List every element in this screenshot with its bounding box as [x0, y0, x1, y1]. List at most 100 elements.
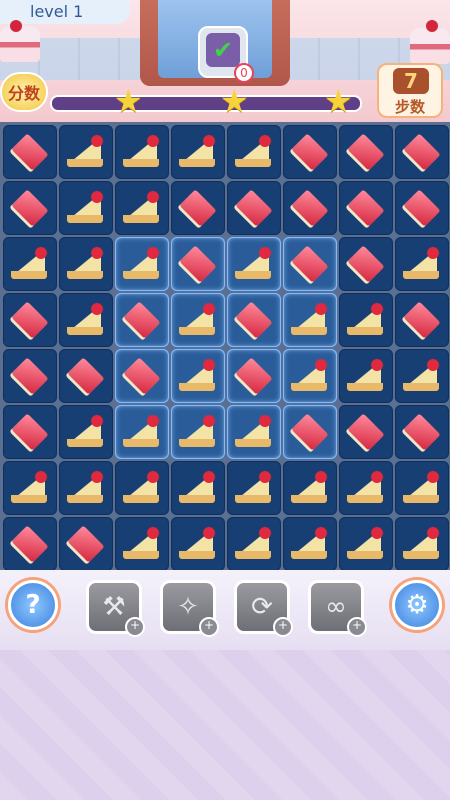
red-cake-piece [347, 133, 385, 171]
board-cell[interactable] [59, 461, 113, 515]
red-cake-piece [347, 245, 385, 283]
board-cell[interactable] [3, 181, 57, 235]
red-cake-piece [403, 189, 441, 227]
hammer-icon: ⚒ [102, 592, 126, 622]
board-cell[interactable] [227, 349, 281, 403]
board-cell[interactable] [395, 405, 449, 459]
board-cell[interactable] [339, 517, 393, 571]
board-cell[interactable] [339, 181, 393, 235]
board-cell[interactable] [339, 349, 393, 403]
score-progress-bar [50, 95, 362, 112]
red-cake-piece [403, 301, 441, 339]
red-cake-piece [11, 301, 49, 339]
floor-background [0, 650, 450, 800]
board-cell[interactable] [227, 181, 281, 235]
moves-panel: 7 步数 [377, 63, 443, 118]
board-cell[interactable] [227, 293, 281, 347]
board-cell[interactable] [339, 293, 393, 347]
board-cell[interactable] [59, 181, 113, 235]
board-cell[interactable] [115, 461, 169, 515]
board-cell[interactable] [3, 293, 57, 347]
board-cell[interactable] [171, 461, 225, 515]
red-cake-piece [235, 301, 273, 339]
board-cell[interactable] [3, 461, 57, 515]
board-cell[interactable] [395, 293, 449, 347]
wand-icon: ✧ [177, 592, 199, 622]
board-cell[interactable] [115, 237, 169, 291]
board-cell[interactable] [339, 237, 393, 291]
board-cell[interactable] [227, 405, 281, 459]
board-cell[interactable] [283, 349, 337, 403]
toolbar-background [0, 570, 450, 650]
gear-icon: ⚙ [405, 590, 429, 620]
board-cell[interactable] [59, 517, 113, 571]
board-cell[interactable] [59, 405, 113, 459]
board-cell[interactable] [227, 517, 281, 571]
red-cake-piece [347, 189, 385, 227]
star-icon: ★ [220, 82, 249, 120]
cake-decoration-left [0, 26, 40, 62]
shuffle-tool-button[interactable]: ⟳ + [234, 580, 293, 637]
board-cell[interactable] [59, 293, 113, 347]
shuffle-icon: ⟳ [251, 592, 273, 622]
board-cell[interactable] [171, 181, 225, 235]
board-cell[interactable] [395, 237, 449, 291]
star-icon: ★ [324, 82, 353, 120]
board-cell[interactable] [283, 181, 337, 235]
board-cell[interactable] [395, 461, 449, 515]
board-cell[interactable] [283, 237, 337, 291]
red-cake-piece [11, 133, 49, 171]
help-button[interactable]: ? [8, 580, 58, 630]
board-cell[interactable] [339, 405, 393, 459]
board-cell[interactable] [339, 125, 393, 179]
board-cell[interactable] [395, 349, 449, 403]
plus-icon: + [125, 617, 145, 637]
board-cell[interactable] [115, 405, 169, 459]
red-cake-piece [291, 189, 329, 227]
infinity-tool-button[interactable]: ∞ + [308, 580, 367, 637]
board-cell[interactable] [283, 461, 337, 515]
board-cell[interactable] [3, 517, 57, 571]
board-cell[interactable] [227, 237, 281, 291]
board-cell[interactable] [115, 517, 169, 571]
board-cell[interactable] [283, 125, 337, 179]
board-cell[interactable] [283, 293, 337, 347]
infinity-icon: ∞ [325, 592, 347, 622]
board-cell[interactable] [3, 349, 57, 403]
board-cell[interactable] [171, 405, 225, 459]
game-board[interactable] [3, 125, 449, 571]
board-cell[interactable] [395, 181, 449, 235]
wand-tool-button[interactable]: ✧ + [160, 580, 219, 637]
board-cell[interactable] [115, 181, 169, 235]
board-cell[interactable] [227, 461, 281, 515]
board-cell[interactable] [283, 405, 337, 459]
board-cell[interactable] [59, 125, 113, 179]
board-cell[interactable] [171, 293, 225, 347]
hammer-tool-button[interactable]: ⚒ + [86, 580, 145, 637]
red-cake-piece [291, 133, 329, 171]
red-cake-piece [291, 413, 329, 451]
red-cake-piece [11, 189, 49, 227]
board-cell[interactable] [3, 405, 57, 459]
star-icon: ★ [114, 82, 143, 120]
board-cell[interactable] [59, 237, 113, 291]
board-cell[interactable] [171, 125, 225, 179]
board-cell[interactable] [395, 517, 449, 571]
board-cell[interactable] [171, 349, 225, 403]
board-cell[interactable] [3, 237, 57, 291]
board-cell[interactable] [227, 125, 281, 179]
board-cell[interactable] [115, 125, 169, 179]
board-cell[interactable] [59, 349, 113, 403]
settings-button[interactable]: ⚙ [392, 580, 442, 630]
board-cell[interactable] [115, 349, 169, 403]
red-cake-piece [11, 413, 49, 451]
red-cake-piece [235, 357, 273, 395]
board-cell[interactable] [395, 125, 449, 179]
board-cell[interactable] [115, 293, 169, 347]
board-cell[interactable] [339, 461, 393, 515]
board-cell[interactable] [171, 517, 225, 571]
cherry-decoration [10, 20, 22, 32]
board-cell[interactable] [3, 125, 57, 179]
board-cell[interactable] [283, 517, 337, 571]
board-cell[interactable] [171, 237, 225, 291]
